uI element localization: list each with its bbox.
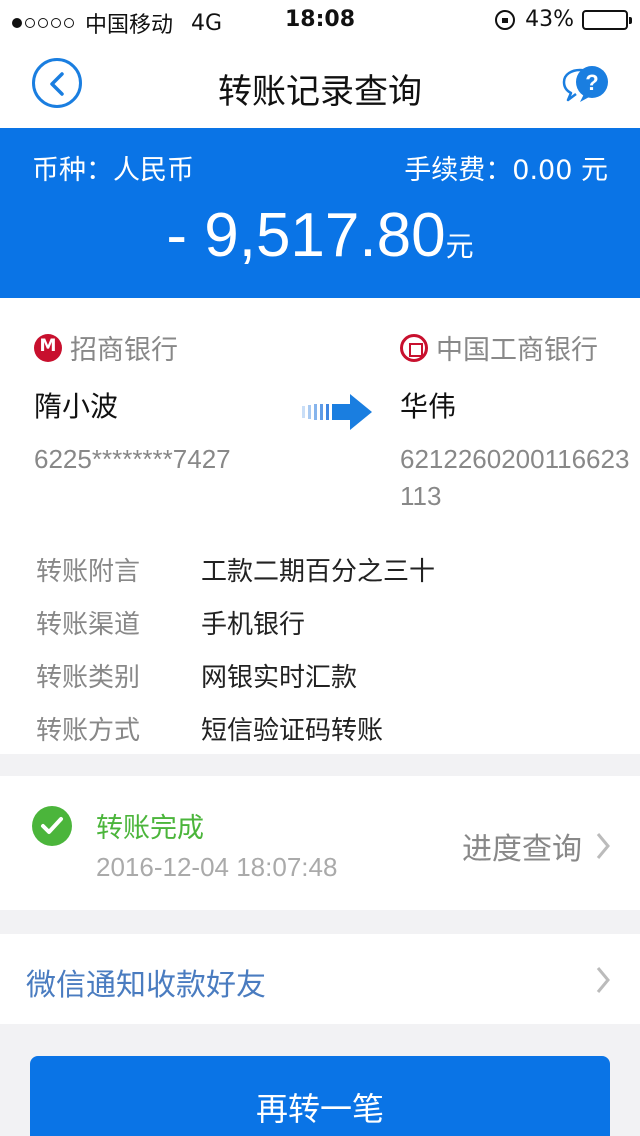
wechat-notify-label: 微信通知收款好友	[26, 968, 266, 1003]
amount-unit: 元	[445, 230, 474, 263]
battery-icon	[582, 9, 632, 30]
payer-name: 隋小波	[34, 390, 119, 423]
detail-row-category: 转账类别 网银实时汇款	[36, 649, 616, 702]
payer-bank-name: 招商银行	[70, 335, 178, 366]
detail-row-method: 转账方式 短信验证码转账	[36, 702, 616, 755]
transfer-status-card: 转账完成 2016-12-04 18:07:48 进度查询	[0, 776, 640, 910]
detail-value: 工款二期百分之三十	[201, 557, 436, 587]
detail-key: 转账渠道	[36, 610, 141, 640]
chevron-right-icon	[596, 967, 610, 993]
detail-value: 网银实时汇款	[201, 663, 358, 693]
detail-list: 转账附言 工款二期百分之三十 转账渠道 手机银行 转账类别 网银实时汇款 转账方…	[36, 543, 616, 755]
status-bar: 中国移动 4G 18:08 43%	[0, 0, 640, 40]
currency-label: 币种：人民币	[32, 155, 194, 186]
payee-bank-name: 中国工商银行	[436, 335, 598, 366]
payer-account: 6225********7427	[34, 444, 231, 474]
page-title: 转账记录查询	[218, 72, 422, 112]
detail-key: 转账方式	[36, 716, 141, 746]
amount-summary: 币种：人民币 手续费：0.00 元 - 9,517.80元	[0, 128, 640, 298]
transfer-detail-card: 招商银行 隋小波 6225********7427 中国工商银行 华伟 6212…	[0, 298, 640, 754]
fee-label: 手续费：0.00 元	[404, 155, 608, 186]
nav-bar: 转账记录查询 ?	[0, 40, 640, 128]
transfer-arrow-icon	[302, 394, 372, 430]
detail-key: 转账类别	[36, 663, 141, 693]
cmb-bank-logo-icon	[34, 333, 62, 362]
battery-percent: 43%	[525, 7, 574, 32]
detail-row-memo: 转账附言 工款二期百分之三十	[36, 543, 616, 596]
detail-value: 短信验证码转账	[201, 716, 384, 746]
help-chat-icon: ?	[562, 66, 608, 102]
wechat-notify-row[interactable]: 微信通知收款好友	[0, 934, 640, 1024]
status-time: 2016-12-04 18:07:48	[96, 852, 338, 882]
progress-query-link[interactable]: 进度查询	[462, 824, 610, 868]
detail-key: 转账附言	[36, 557, 141, 587]
status-text: 转账完成	[96, 813, 204, 844]
transfer-amount: - 9,517.80元	[0, 200, 640, 271]
payee-account: 6212260200116623113	[400, 444, 630, 511]
svg-text:?: ?	[585, 70, 598, 95]
chevron-right-icon	[596, 833, 610, 859]
help-button[interactable]: ?	[558, 62, 610, 108]
check-circle-icon	[32, 806, 72, 846]
transfer-again-button[interactable]: 再转一笔	[30, 1056, 610, 1136]
payer-info: 招商银行 隋小波 6225********7427	[34, 328, 304, 478]
amount-value: - 9,517.80	[166, 201, 446, 270]
detail-row-channel: 转账渠道 手机银行	[36, 596, 616, 649]
detail-value: 手机银行	[201, 610, 306, 640]
icbc-bank-logo-icon	[400, 333, 428, 362]
rotation-lock-icon	[495, 9, 516, 30]
payee-info: 中国工商银行 华伟 6212260200116623113	[400, 328, 640, 515]
progress-query-label: 进度查询	[462, 832, 582, 867]
payee-name: 华伟	[400, 390, 457, 423]
